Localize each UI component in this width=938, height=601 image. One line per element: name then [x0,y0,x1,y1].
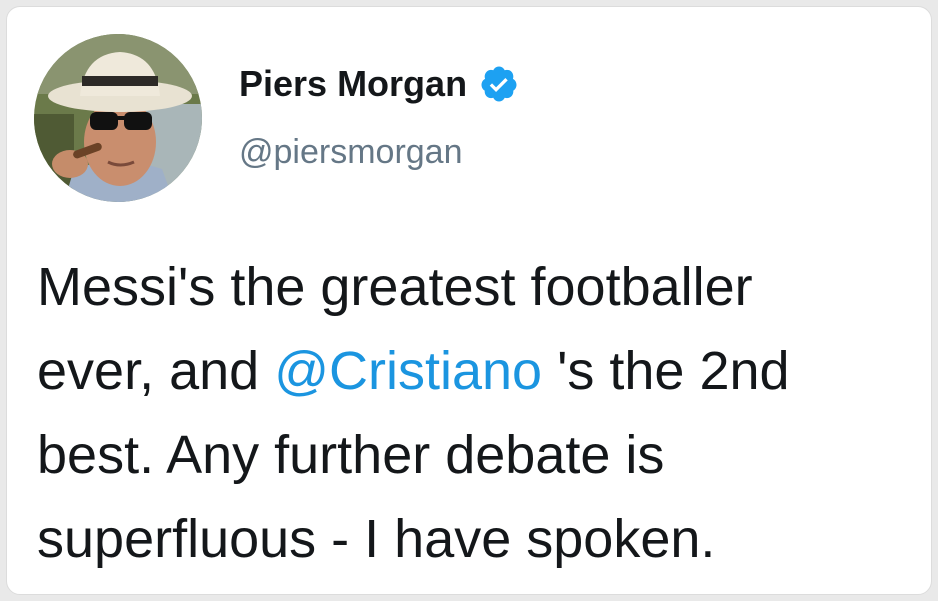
tweet-line: superfluous - I have spoken. [37,509,716,569]
tweet-card[interactable]: Piers Morgan @piersmorgan Messi's the gr… [6,6,932,595]
author-handle[interactable]: @piersmorgan [239,133,463,172]
avatar[interactable] [34,34,202,202]
tweet-line: best. Any further debate is [37,425,665,485]
display-name[interactable]: Piers Morgan [239,63,467,105]
author-name-row: Piers Morgan [239,63,519,105]
tweet-text: Messi's the greatest footballer ever, an… [37,245,931,581]
tweet-text-segment: ever, and [37,341,275,401]
mention-link[interactable]: @Cristiano [274,341,542,401]
tweet-line: ever, and @Cristiano 's the 2nd [37,329,931,413]
avatar-image [34,34,202,202]
tweet-text-segment: 's the 2nd [542,341,790,401]
verified-badge-icon [479,64,519,104]
tweet-line: Messi's the greatest footballer [37,257,753,317]
